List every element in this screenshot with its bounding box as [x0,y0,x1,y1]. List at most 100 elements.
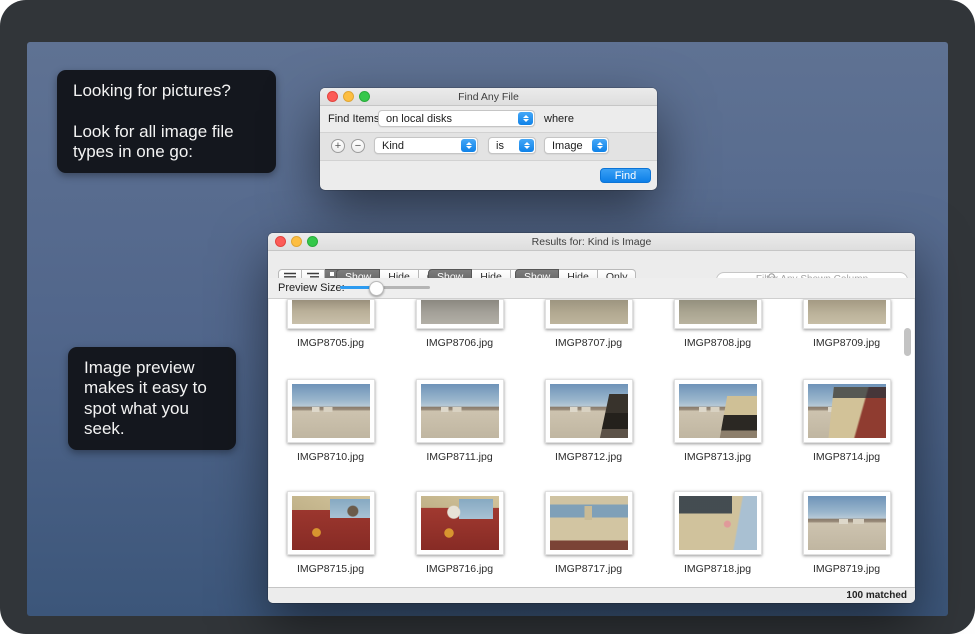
preview-size-bar: Preview Size: [268,278,915,299]
thumbnail-image [679,300,757,324]
file-item[interactable]: IMGP8706.jpg [395,299,524,349]
traffic-lights [275,236,318,247]
file-name: IMGP8706.jpg [426,337,493,349]
thumbnail-image [292,496,370,550]
window-title: Results for: Kind is Image [532,236,652,248]
file-thumbnail[interactable] [287,491,375,555]
thumbnail-image [808,384,886,438]
file-thumbnail[interactable] [287,379,375,443]
find-items-label: Find Items [328,113,379,125]
file-item[interactable]: IMGP8708.jpg [653,299,782,349]
file-name: IMGP8718.jpg [684,563,751,575]
window-title: Find Any File [458,91,519,103]
minimize-button[interactable] [343,91,354,102]
remove-criterion-button[interactable]: − [351,139,365,153]
find-window-titlebar[interactable]: Find Any File [320,88,657,106]
stepper-icon [519,139,534,152]
file-item[interactable]: IMGP8713.jpg [653,379,782,463]
close-button[interactable] [327,91,338,102]
file-name: IMGP8713.jpg [684,451,751,463]
file-thumbnail[interactable] [803,299,891,329]
thumbnail-image [421,384,499,438]
thumbnail-image [679,384,757,438]
plus-icon: + [335,140,341,152]
file-name: IMGP8714.jpg [813,451,880,463]
file-name: IMGP8710.jpg [297,451,364,463]
value-select[interactable]: Image [544,137,609,154]
thumbnail-row: IMGP8710.jpg IMGP8711.jpg IMGP8712.jpg IMGP… [269,379,914,463]
thumbnail-image [679,496,757,550]
vertical-scrollbar-thumb[interactable] [904,328,911,356]
status-bar: 100 matched [268,587,915,603]
file-item[interactable]: IMGP8714.jpg [782,379,911,463]
file-name: IMGP8709.jpg [813,337,880,349]
file-thumbnail[interactable] [545,491,633,555]
thumbnail-image [808,496,886,550]
file-name: IMGP8708.jpg [684,337,751,349]
slider-thumb[interactable] [369,281,384,296]
operator-select[interactable]: is [488,137,536,154]
thumbnail-image [421,496,499,550]
file-thumbnail[interactable] [287,299,375,329]
file-item[interactable]: IMGP8707.jpg [524,299,653,349]
file-name: IMGP8705.jpg [297,337,364,349]
file-thumbnail[interactable] [803,491,891,555]
preview-size-slider[interactable] [340,286,430,289]
file-item[interactable]: IMGP8716.jpg [395,491,524,575]
results-window: Results for: Kind is Image View Show H [268,233,915,603]
traffic-lights [327,91,370,102]
file-thumbnail[interactable] [674,299,762,329]
where-label: where [544,113,574,125]
file-item[interactable]: IMGP8718.jpg [653,491,782,575]
scope-select[interactable]: on local disks [378,110,535,127]
thumbnail-image [421,300,499,324]
thumbnail-row: IMGP8705.jpg IMGP8706.jpg IMGP8707.jpg IMGP… [269,299,914,349]
thumbnail-image [292,384,370,438]
file-name: IMGP8719.jpg [813,563,880,575]
stepper-icon [592,139,607,152]
file-thumbnail[interactable] [674,379,762,443]
attribute-select[interactable]: Kind [374,137,478,154]
file-item[interactable]: IMGP8715.jpg [269,491,395,575]
callout-image-preview: Image preview makes it easy to spot what… [68,347,236,450]
file-thumbnail[interactable] [545,379,633,443]
file-item[interactable]: IMGP8705.jpg [269,299,395,349]
file-item[interactable]: IMGP8710.jpg [269,379,395,463]
match-count: 100 matched [846,590,907,601]
file-item[interactable]: IMGP8711.jpg [395,379,524,463]
file-thumbnail[interactable] [545,299,633,329]
find-any-file-window: Find Any File Find Items on local disks … [320,88,657,190]
file-name: IMGP8712.jpg [555,451,622,463]
file-name: IMGP8711.jpg [426,451,492,463]
file-thumbnail[interactable] [416,299,504,329]
file-item[interactable]: IMGP8719.jpg [782,491,911,575]
callout-looking-for-pictures: Looking for pictures? Look for all image… [57,70,276,173]
thumbnail-image [550,384,628,438]
minus-icon: − [355,140,361,152]
zoom-button[interactable] [359,91,370,102]
thumbnail-row: IMGP8715.jpg IMGP8716.jpg IMGP8717.jpg IMGP… [269,491,914,575]
file-item[interactable]: IMGP8709.jpg [782,299,911,349]
stepper-icon [518,112,533,125]
file-thumbnail[interactable] [416,491,504,555]
results-toolbar: View Show Hide Only Invisibles Show Hide… [268,250,915,279]
results-window-titlebar[interactable]: Results for: Kind is Image [268,233,915,251]
minimize-button[interactable] [291,236,302,247]
results-content: IMGP8705.jpg IMGP8706.jpg IMGP8707.jpg IMGP… [269,299,914,587]
file-thumbnail[interactable] [803,379,891,443]
thumbnail-image [808,300,886,324]
stepper-icon [461,139,476,152]
file-item[interactable]: IMGP8717.jpg [524,491,653,575]
file-name: IMGP8716.jpg [426,563,493,575]
add-criterion-button[interactable]: + [331,139,345,153]
file-item[interactable]: IMGP8712.jpg [524,379,653,463]
file-name: IMGP8717.jpg [555,563,622,575]
find-button[interactable]: Find [600,168,651,183]
preview-size-label: Preview Size: [278,282,345,294]
file-name: IMGP8707.jpg [555,337,622,349]
zoom-button[interactable] [307,236,318,247]
thumbnail-image [550,300,628,324]
file-thumbnail[interactable] [416,379,504,443]
file-thumbnail[interactable] [674,491,762,555]
close-button[interactable] [275,236,286,247]
